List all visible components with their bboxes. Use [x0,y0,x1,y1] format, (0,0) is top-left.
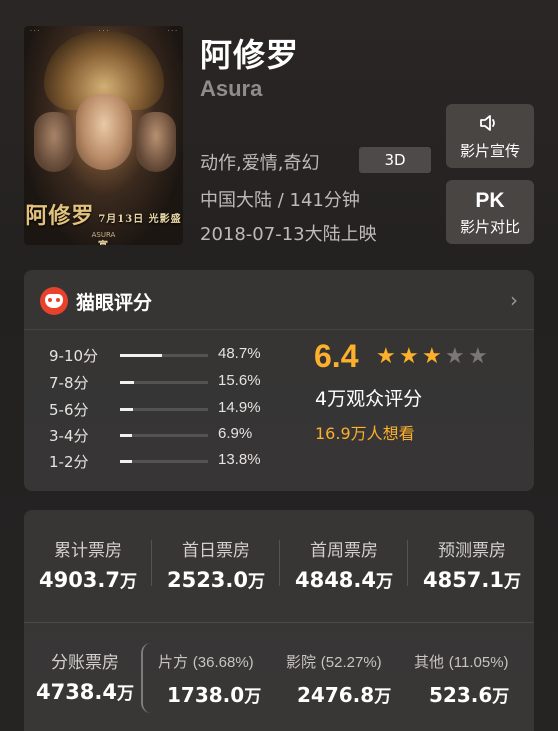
distribution-percent: 6.9% [218,425,253,442]
star-icon: ★ [445,344,465,369]
chevron-right-icon[interactable]: › [510,288,518,312]
movie-subtitle: Asura [200,76,263,101]
maoyan-cat-icon [40,287,68,315]
poster-title-latin: ASURA [91,231,116,239]
compare-button[interactable]: PK 影片对比 [446,180,534,244]
rating-voters: 4万观众评分 [315,388,423,410]
star-icon: ★ [399,344,419,369]
distribution-label: 3-4分 [49,427,89,445]
promo-button[interactable]: 影片宣传 [446,104,534,168]
split-cinema-value: 2476.8万 [297,683,392,707]
rating-card[interactable]: 猫眼评分 › 9-10分 48.7% 7-8分 15.6% 5-6分 14.9% 3-4分 6… [24,270,534,491]
rating-header[interactable]: 猫眼评分 › [24,270,534,330]
distribution-percent: 14.9% [218,399,261,416]
box-stat-forecast: 预测票房 4857.1万 [422,541,522,592]
box-stat-total: 累计票房 4903.7万 [38,541,138,592]
box-stat-first-week: 首周票房 4848.4万 [294,541,394,592]
split-producer-value: 1738.0万 [167,683,262,707]
poster-face-left [34,112,74,172]
split-producer-label: 片方 (36.68%) [158,653,254,671]
rating-title: 猫眼评分 [76,292,153,314]
distribution-label: 5-6分 [49,401,89,419]
distribution-row: 3-4分 6.9% [24,425,284,445]
distribution-percent: 48.7% [218,345,261,362]
movie-genres: 动作,爱情,奇幻 [200,153,320,174]
promo-button-label: 影片宣传 [459,141,520,160]
distribution-bar [120,381,134,384]
distribution-bar [120,408,134,411]
distribution-row: 7-8分 15.6% [24,372,284,392]
split-cinema-label: 影院 (52.27%) [286,653,382,671]
movie-poster[interactable]: · · ·· · ·· · · 阿修罗7月13日 光影盛宴 ASURA [24,26,183,245]
movie-origin-duration: 中国大陆 / 141分钟 [200,190,360,211]
distribution-percent: 13.8% [218,451,261,468]
distribution-row: 9-10分 48.7% [24,345,284,365]
split-other-label: 其他 (11.05%) [414,653,509,671]
pk-icon: PK [475,188,505,212]
split-bracket [141,643,155,713]
poster-face-center [76,94,132,170]
box-stat-first-day: 首日票房 2523.0万 [166,541,266,592]
star-icon: ★ [376,344,396,369]
split-other-value: 523.6万 [429,683,510,707]
box-stat-split: 分账票房 4738.4万 [35,653,135,704]
movie-title: 阿修罗 [200,36,300,74]
distribution-bar-track [120,354,208,357]
want-to-see-count: 16.9万人想看 [315,424,415,443]
rating-score: 6.4 [314,338,359,374]
distribution-bar [120,460,133,463]
speaker-icon [478,112,502,138]
distribution-label: 1-2分 [49,453,89,471]
movie-release-date: 2018-07-13大陆上映 [200,224,377,245]
box-office-card: 累计票房 4903.7万 首日票房 2523.0万 首周票房 4848.4万 预… [24,510,534,731]
distribution-bar [120,434,133,437]
poster-face-right [136,112,176,172]
format-badge: 3D [359,147,431,173]
distribution-bar-track [120,434,208,437]
divider [24,622,534,623]
star-icon: ★ [422,344,442,369]
distribution-percent: 15.6% [218,372,261,389]
distribution-row: 5-6分 14.9% [24,399,284,419]
distribution-row: 1-2分 13.8% [24,451,284,471]
distribution-label: 7-8分 [49,374,89,392]
compare-button-label: 影片对比 [459,217,520,236]
distribution-bar-track [120,460,208,463]
star-icon: ★ [468,344,488,369]
distribution-bar [120,354,162,357]
distribution-bar-track [120,408,208,411]
distribution-label: 9-10分 [49,347,99,365]
distribution-bar-track [120,381,208,384]
rating-stars: ★ ★ ★ ★ ★ [376,346,491,368]
